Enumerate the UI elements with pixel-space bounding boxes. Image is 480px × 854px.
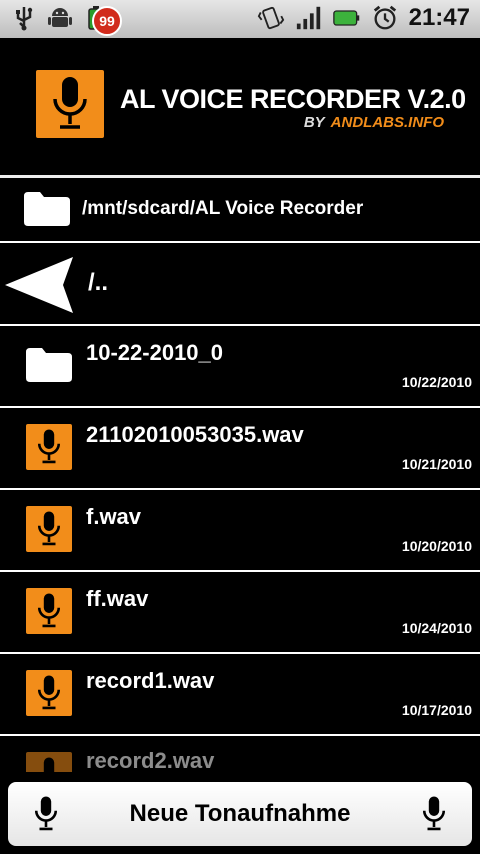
file-name: record2.wav [86,748,215,772]
new-recording-button[interactable]: Neue Tonaufnahme [8,782,472,846]
list-item-audio[interactable]: ff.wav 10/24/2010 [0,572,480,654]
file-date: 10/24/2010 [401,620,472,636]
usb-icon [10,4,38,32]
microphone-icon [37,429,61,464]
list-item-audio[interactable]: f.wav 10/20/2010 [0,490,480,572]
file-name: f.wav [86,504,142,529]
list-item-audio[interactable]: record2.wav [0,736,480,772]
andlabs-link[interactable]: ANDLABS.INFO [331,114,444,131]
bottom-bar: Neue Tonaufnahme [0,772,480,854]
list-item-folder[interactable]: 10-22-2010_0 10/22/2010 [0,326,480,408]
current-path-row: /mnt/sdcard/AL Voice Recorder [0,178,480,243]
notification-count-badge: 99 [92,6,122,36]
microphone-icon [37,675,61,710]
vibrate-icon [257,4,285,32]
file-date: 10/22/2010 [401,374,472,390]
microphone-icon [37,511,61,546]
by-label: BY [303,114,325,131]
list-item-audio[interactable]: 21102010053035.wav 10/21/2010 [0,408,480,490]
file-name: 21102010053035.wav [86,422,304,447]
audio-file-icon [26,752,72,772]
audio-file-icon [26,424,72,470]
file-date: 10/21/2010 [401,456,472,472]
parent-directory-label: /.. [88,269,109,296]
file-name: record1.wav [86,668,215,693]
new-recording-label: Neue Tonaufnahme [129,800,351,827]
app-credit: BY ANDLABS.INFO [304,114,444,131]
microphone-icon [37,593,61,628]
app-header: AL VOICE RECORDER V.2.0 BY ANDLABS.INFO [0,40,480,174]
battery-icon [332,4,361,32]
file-date: 10/20/2010 [401,538,472,554]
signal-icon [295,4,323,32]
microphone-icon [26,794,66,834]
folder-icon [24,192,70,226]
audio-file-icon [26,506,72,552]
status-clock: 21:47 [408,4,470,31]
file-name: 10-22-2010_0 [86,340,224,365]
alarm-icon [371,4,399,32]
current-path: /mnt/sdcard/AL Voice Recorder [82,198,364,219]
status-bar: 99 21:47 [0,0,480,38]
microphone-icon [53,77,87,129]
app-title: AL VOICE RECORDER V.2.0 [120,84,466,114]
audio-file-icon [26,588,72,634]
file-date: 10/17/2010 [401,702,472,718]
parent-directory-row[interactable]: /.. [0,243,480,326]
list-item-audio[interactable]: record1.wav 10/17/2010 [0,654,480,736]
file-name: ff.wav [86,586,149,611]
android-icon [46,4,74,32]
microphone-icon [43,757,55,772]
back-arrow-icon [5,257,73,313]
app-logo [36,70,104,138]
microphone-icon [414,794,454,834]
folder-icon [26,348,72,382]
audio-file-icon [26,670,72,716]
